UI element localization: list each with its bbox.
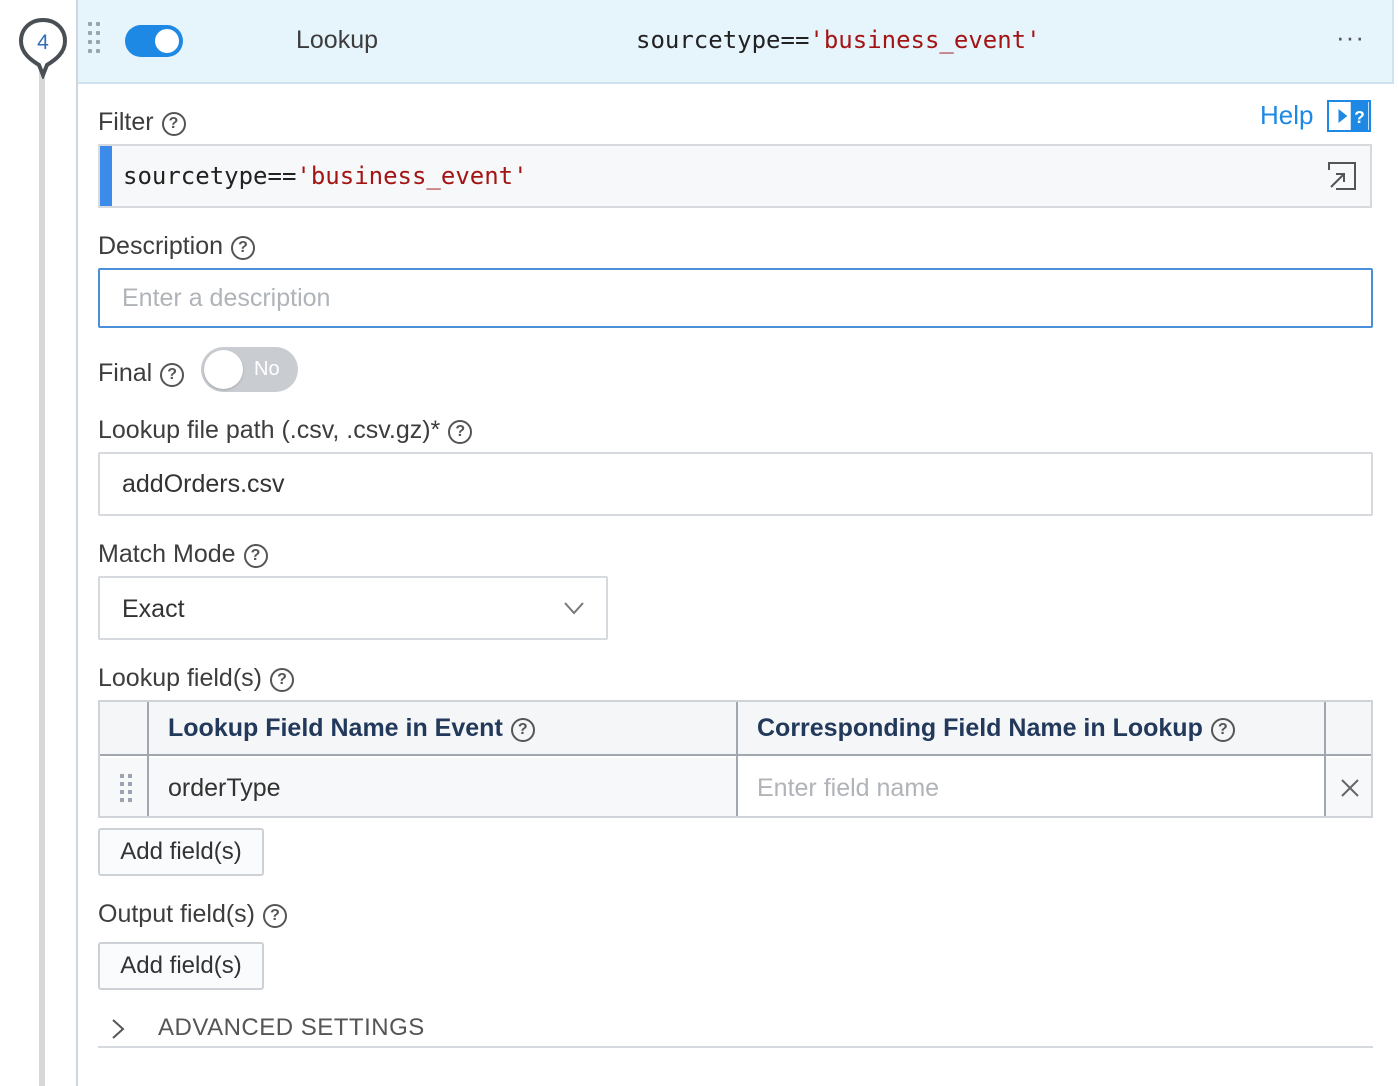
lookup-path-label: Lookup file path (.csv, .csv.gz)*? [98, 416, 473, 445]
add-lookup-field-button[interactable]: Add field(s) [98, 828, 264, 876]
expand-editor-icon[interactable] [1326, 160, 1358, 192]
svg-text:?: ? [1354, 107, 1365, 127]
chevron-right-icon [112, 1019, 125, 1039]
row-drag-handle-icon[interactable] [120, 774, 134, 802]
match-mode-value: Exact [122, 595, 185, 623]
lookup-path-help-icon[interactable]: ? [448, 420, 473, 444]
event-field-help-icon[interactable]: ? [510, 718, 535, 742]
step-number: 4 [37, 31, 49, 54]
output-fields-help-icon[interactable]: ? [263, 904, 288, 928]
advanced-settings-toggle[interactable]: ADVANCED SETTINGS [98, 1010, 1373, 1048]
column-header-event-field: Lookup Field Name in Event? [168, 714, 535, 743]
description-input[interactable] [98, 268, 1373, 328]
timeline-line [39, 60, 45, 1086]
more-horizontal-icon[interactable]: ··· [1336, 22, 1365, 53]
column-header-lookup-field: Corresponding Field Name in Lookup? [757, 714, 1235, 743]
filter-expression-string: 'business_event' [296, 162, 528, 190]
event-field-input[interactable]: orderType [168, 774, 281, 803]
lookup-fields-table: Lookup Field Name in Event? Correspondin… [98, 700, 1373, 818]
rail-divider [76, 0, 78, 1086]
timeline-rail: 4 [0, 0, 78, 1086]
description-label-text: Description [98, 232, 224, 260]
toggle-knob [155, 29, 179, 53]
filter-label-text: Filter [98, 108, 154, 136]
lookup-field-help-icon[interactable]: ? [1210, 718, 1235, 742]
final-help-icon[interactable]: ? [160, 363, 185, 387]
function-filter-summary: sourcetype=='business_event' [636, 26, 1041, 54]
help-panel-icon[interactable]: ? [1327, 100, 1371, 132]
match-mode-select[interactable]: Exact [98, 576, 608, 640]
drag-handle-icon[interactable] [88, 22, 104, 58]
lookup-field-input[interactable]: Enter field name [757, 774, 939, 803]
column-divider [147, 702, 149, 816]
filter-accent-bar [100, 146, 112, 206]
filter-code: sourcetype== [636, 26, 810, 54]
final-label: Final? [98, 359, 185, 388]
filter-string: 'business_event' [809, 26, 1041, 54]
lookup-fields-label-text: Lookup field(s) [98, 664, 262, 692]
function-name: Lookup [296, 26, 379, 54]
function-enabled-toggle[interactable] [125, 25, 183, 57]
description-label: Description? [98, 232, 256, 261]
filter-expression-code: sourcetype== [123, 162, 297, 190]
step-number-marker: 4 [18, 17, 68, 79]
lookup-path-input[interactable]: addOrders.csv [98, 452, 1373, 516]
close-icon[interactable] [1340, 778, 1360, 798]
description-help-icon[interactable]: ? [231, 236, 256, 260]
chevron-down-icon [564, 602, 584, 615]
lookup-fields-help-icon[interactable]: ? [269, 668, 294, 692]
match-mode-label-text: Match Mode [98, 540, 236, 568]
match-mode-label: Match Mode? [98, 540, 268, 569]
advanced-settings-label: ADVANCED SETTINGS [158, 1014, 425, 1041]
filter-label: Filter? [98, 108, 186, 137]
column-divider [1324, 702, 1326, 816]
output-fields-label: Output field(s)? [98, 900, 288, 929]
match-mode-help-icon[interactable]: ? [243, 544, 268, 568]
filter-help-icon[interactable]: ? [161, 112, 186, 136]
final-label-text: Final [98, 359, 153, 387]
final-toggle[interactable]: No [201, 347, 298, 392]
function-header[interactable]: Lookup sourcetype=='business_event' ··· [78, 0, 1394, 84]
column-header-lookup-field-text: Corresponding Field Name in Lookup [757, 714, 1203, 742]
toggle-knob [204, 350, 243, 389]
final-toggle-state: No [254, 358, 280, 380]
lookup-path-label-text: Lookup file path (.csv, .csv.gz)* [98, 416, 441, 444]
add-output-field-button[interactable]: Add field(s) [98, 942, 264, 990]
filter-expression-input[interactable]: sourcetype=='business_event' [98, 144, 1372, 208]
help-link[interactable]: Help [1260, 100, 1313, 131]
output-fields-label-text: Output field(s) [98, 900, 256, 928]
lookup-fields-label: Lookup field(s)? [98, 664, 294, 693]
filter-expression: sourcetype=='business_event' [123, 162, 528, 190]
column-divider [736, 702, 738, 816]
column-header-event-field-text: Lookup Field Name in Event [168, 714, 503, 742]
